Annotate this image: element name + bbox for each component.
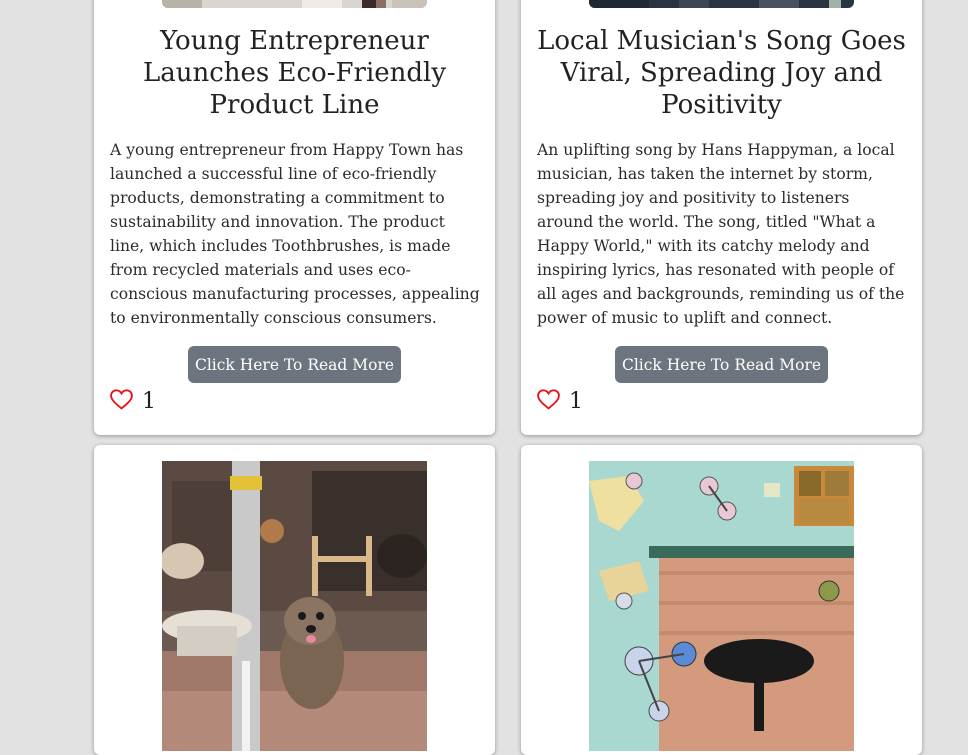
article-image [589, 0, 854, 8]
heart-outline-icon[interactable] [109, 387, 134, 416]
read-more-button[interactable]: Click Here To Read More [615, 346, 828, 383]
like-control: 1 [109, 386, 156, 416]
article-summary: An uplifting song by Hans Happyman, a lo… [537, 141, 905, 327]
article-image [162, 461, 427, 751]
like-count: 1 [142, 388, 156, 414]
article-title: Local Musician's Song Goes Viral, Spread… [537, 26, 906, 120]
news-card: Local Musician's Song Goes Viral, Spread… [521, 0, 922, 435]
heart-outline-icon[interactable] [536, 387, 561, 416]
like-control: 1 [536, 386, 583, 416]
like-count: 1 [569, 388, 583, 414]
article-summary: A young entrepreneur from Happy Town has… [110, 141, 480, 327]
article-image [162, 0, 427, 8]
news-card: Young Entrepreneur Launches Eco-Friendly… [94, 0, 495, 435]
read-more-button[interactable]: Click Here To Read More [188, 346, 401, 383]
article-title: Young Entrepreneur Launches Eco-Friendly… [142, 26, 447, 120]
news-card [94, 445, 495, 755]
news-card [521, 445, 922, 755]
article-image [589, 461, 854, 751]
